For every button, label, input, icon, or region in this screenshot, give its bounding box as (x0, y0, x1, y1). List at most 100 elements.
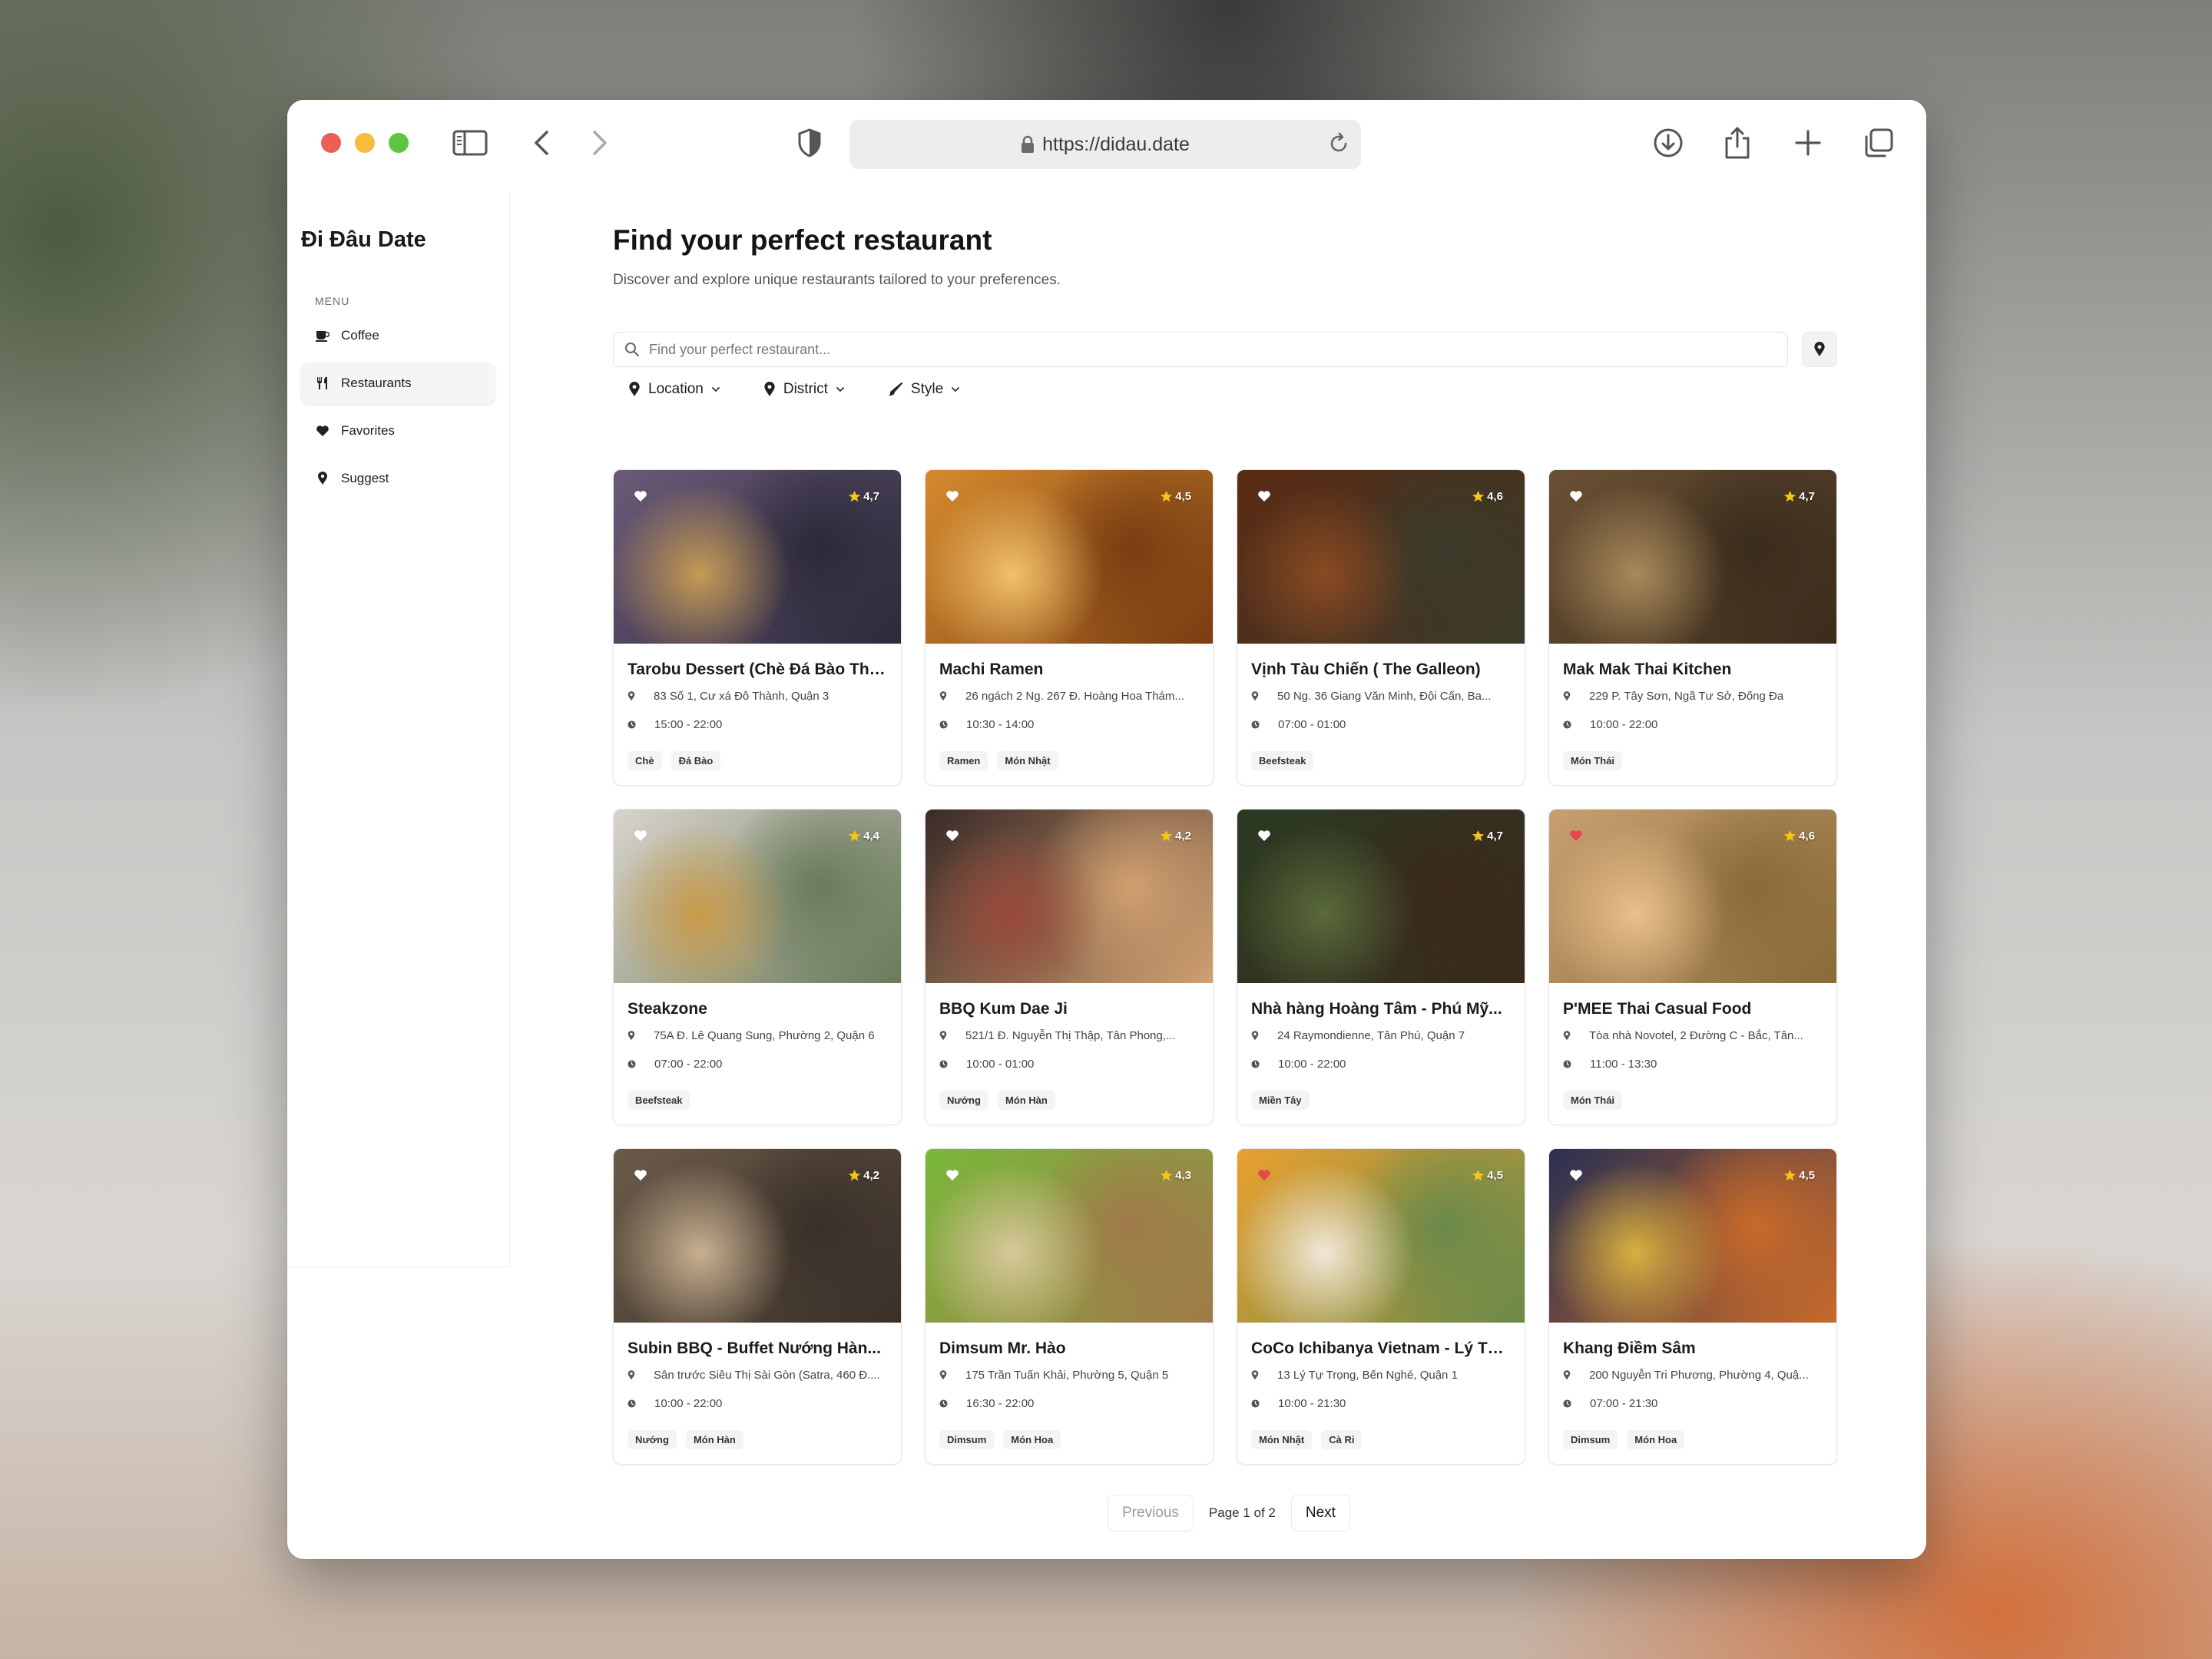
restaurant-photo[interactable]: 4,7 (1237, 810, 1525, 983)
restaurant-card[interactable]: 4,6 Vịnh Tàu Chiến ( The Galleon) 50 Ng. 3… (1237, 469, 1525, 786)
locate-me-button[interactable] (1802, 332, 1837, 367)
favorite-heart-icon[interactable] (945, 830, 959, 846)
restaurant-name[interactable]: P'MEE Thai Casual Food (1563, 1000, 1823, 1018)
restaurant-name[interactable]: Nhà hàng Hoàng Tâm - Phú Mỹ... (1251, 1000, 1511, 1018)
back-icon[interactable] (522, 123, 562, 163)
restaurant-card[interactable]: 4,4 Steakzone 75A Đ. Lê Quang Sung, Phường… (613, 809, 902, 1125)
cuisine-tags: Beefsteak (628, 1091, 887, 1110)
filter-location-dropdown[interactable]: Location (628, 381, 720, 398)
privacy-shield-icon[interactable] (790, 123, 830, 163)
favorite-heart-icon[interactable] (1569, 1169, 1583, 1185)
restaurant-card[interactable]: 4,2 BBQ Kum Dae Ji 521/1 Đ. Nguyễn Thị Thậ… (925, 809, 1214, 1125)
restaurant-name[interactable]: Subin BBQ - Buffet Nướng Hàn... (628, 1339, 887, 1358)
address-bar[interactable]: https://didau.date (849, 120, 1361, 169)
cuisine-tag[interactable]: Cà Ri (1321, 1430, 1363, 1449)
restaurant-card[interactable]: 4,5 Khang Điềm Sâm 200 Nguyễn Tri Phương, … (1548, 1148, 1837, 1465)
cuisine-tag[interactable]: Đá Bào (671, 751, 721, 770)
cuisine-tag[interactable]: Món Thái (1563, 1091, 1623, 1110)
restaurant-name[interactable]: BBQ Kum Dae Ji (939, 1000, 1199, 1018)
cuisine-tag[interactable]: Món Thái (1563, 751, 1623, 770)
restaurant-name[interactable]: Dimsum Mr. Hào (939, 1339, 1199, 1358)
forward-icon[interactable] (579, 123, 619, 163)
brand-logo-text[interactable]: Đi Đâu Date (301, 227, 426, 253)
cuisine-tag[interactable]: Dimsum (1563, 1430, 1618, 1449)
cuisine-tag[interactable]: Ramen (939, 751, 988, 770)
downloads-icon[interactable] (1648, 123, 1688, 163)
restaurant-photo[interactable]: 4,3 (926, 1149, 1213, 1323)
sidebar-item-restaurants[interactable]: Restaurants (301, 363, 495, 404)
favorite-heart-icon[interactable] (634, 830, 647, 846)
restaurant-photo[interactable]: 4,5 (926, 470, 1213, 644)
restaurant-name[interactable]: Vịnh Tàu Chiến ( The Galleon) (1251, 661, 1511, 679)
cuisine-tag[interactable]: Miền Tây (1251, 1091, 1310, 1110)
restaurant-photo[interactable]: 4,6 (1549, 810, 1836, 983)
cuisine-tag[interactable]: Món Nhật (997, 751, 1058, 770)
rating-value: 4,6 (1487, 490, 1503, 503)
cuisine-tag[interactable]: Món Hàn (997, 1091, 1055, 1110)
favorite-heart-icon[interactable] (945, 490, 959, 506)
restaurant-photo[interactable]: 4,7 (1549, 470, 1836, 644)
restaurant-name[interactable]: CoCo Ichibanya Vietnam - Lý Tự... (1251, 1339, 1511, 1358)
restaurant-card[interactable]: 4,3 Dimsum Mr. Hào 175 Trần Tuấn Khải, Phư… (925, 1148, 1214, 1465)
restaurant-card[interactable]: 4,2 Subin BBQ - Buffet Nướng Hàn... Sân tr… (613, 1148, 902, 1465)
cuisine-tag[interactable]: Dimsum (939, 1430, 995, 1449)
cuisine-tag[interactable]: Chè (628, 751, 662, 770)
new-tab-icon[interactable] (1788, 123, 1828, 163)
favorite-heart-icon[interactable] (1569, 830, 1583, 846)
cuisine-tag[interactable]: Nướng (628, 1430, 677, 1449)
address-text: Tòa nhà Novotel, 2 Đường C - Bắc, Tân... (1589, 1029, 1803, 1042)
minimize-window-button[interactable] (355, 133, 375, 153)
restaurant-name[interactable]: Tarobu Dessert (Chè Đá Bào Thảo... (628, 661, 887, 679)
restaurant-photo[interactable]: 4,5 (1237, 1149, 1525, 1323)
zoom-window-button[interactable] (389, 133, 409, 153)
restaurant-name[interactable]: Machi Ramen (939, 661, 1199, 679)
restaurant-photo[interactable]: 4,6 (1237, 470, 1525, 644)
restaurant-photo[interactable]: 4,5 (1549, 1149, 1836, 1323)
filter-style-dropdown[interactable]: Style (888, 381, 960, 398)
restaurant-card[interactable]: 4,6 P'MEE Thai Casual Food Tòa nhà Novotel… (1548, 809, 1837, 1125)
cuisine-tags: Dimsum Món Hoa (939, 1430, 1199, 1449)
restaurant-name[interactable]: Steakzone (628, 1000, 887, 1018)
favorite-heart-icon[interactable] (634, 1169, 647, 1185)
cuisine-tag[interactable]: Món Hoa (1003, 1430, 1061, 1449)
restaurant-card[interactable]: 4,5 Machi Ramen 26 ngách 2 Ng. 267 Đ. Hoàn… (925, 469, 1214, 786)
search-input[interactable] (649, 341, 1724, 358)
sidebar-item-suggest[interactable]: Suggest (301, 458, 495, 499)
cuisine-tag[interactable]: Beefsteak (1251, 751, 1314, 770)
restaurant-card[interactable]: 4,7 Mak Mak Thai Kitchen 229 P. Tây Sơn, N… (1548, 469, 1837, 786)
search-bar[interactable] (613, 332, 1788, 367)
cuisine-tag[interactable]: Món Hoa (1627, 1430, 1685, 1449)
restaurant-name[interactable]: Khang Điềm Sâm (1563, 1339, 1823, 1358)
cuisine-tag[interactable]: Nướng (939, 1091, 988, 1110)
favorite-heart-icon[interactable] (945, 1169, 959, 1185)
cuisine-tag[interactable]: Món Nhật (1251, 1430, 1313, 1449)
reload-icon[interactable] (1327, 132, 1350, 159)
tab-overview-icon[interactable] (1859, 123, 1899, 163)
favorite-heart-icon[interactable] (1257, 830, 1271, 846)
favorite-heart-icon[interactable] (1257, 1169, 1271, 1185)
sidebar-toggle-icon[interactable] (450, 123, 490, 163)
hours-text: 07:00 - 21:30 (1590, 1397, 1658, 1410)
hours-text: 10:30 - 14:00 (966, 718, 1035, 731)
restaurant-card[interactable]: 4,7 Tarobu Dessert (Chè Đá Bào Thảo... 83 … (613, 469, 902, 786)
restaurant-photo[interactable]: 4,2 (614, 1149, 901, 1323)
sidebar-item-coffee[interactable]: Coffee (301, 315, 495, 356)
sidebar-item-favorites[interactable]: Favorites (301, 410, 495, 452)
share-icon[interactable] (1717, 123, 1757, 163)
restaurant-card[interactable]: 4,5 CoCo Ichibanya Vietnam - Lý Tự... 13 L… (1237, 1148, 1525, 1465)
favorite-heart-icon[interactable] (1257, 490, 1271, 506)
close-window-button[interactable] (321, 133, 341, 153)
restaurant-card[interactable]: 4,7 Nhà hàng Hoàng Tâm - Phú Mỹ... 24 Raym… (1237, 809, 1525, 1125)
star-icon (1160, 1169, 1173, 1181)
restaurant-photo[interactable]: 4,4 (614, 810, 901, 983)
cuisine-tag[interactable]: Beefsteak (628, 1091, 690, 1110)
restaurant-name[interactable]: Mak Mak Thai Kitchen (1563, 661, 1823, 679)
cuisine-tag[interactable]: Món Hàn (685, 1430, 743, 1449)
restaurant-photo[interactable]: 4,7 (614, 470, 901, 644)
restaurant-photo[interactable]: 4,2 (926, 810, 1213, 983)
filter-district-dropdown[interactable]: District (763, 381, 845, 398)
favorite-heart-icon[interactable] (634, 490, 647, 506)
previous-page-button[interactable]: Previous (1108, 1495, 1194, 1532)
favorite-heart-icon[interactable] (1569, 490, 1583, 506)
next-page-button[interactable]: Next (1290, 1495, 1350, 1532)
